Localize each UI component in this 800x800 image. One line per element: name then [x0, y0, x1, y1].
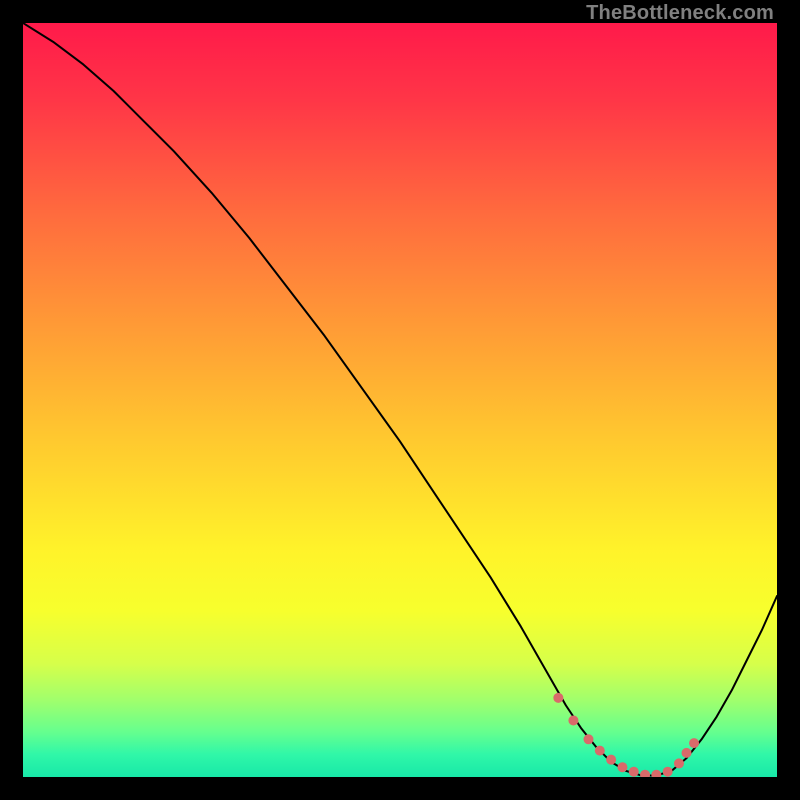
highlight-dot [617, 762, 627, 772]
highlight-dot [689, 738, 699, 748]
highlight-dot [584, 734, 594, 744]
highlight-dot [663, 767, 673, 777]
watermark-text: TheBottleneck.com [586, 2, 774, 25]
bottleneck-chart [23, 23, 777, 777]
highlight-dot [606, 755, 616, 765]
highlight-dot [568, 715, 578, 725]
chart-frame [23, 23, 777, 777]
highlight-dot [629, 767, 639, 777]
highlight-dot [674, 758, 684, 768]
highlight-dot [595, 746, 605, 756]
chart-background [23, 23, 777, 777]
highlight-dot [553, 693, 563, 703]
highlight-dot [682, 748, 692, 758]
